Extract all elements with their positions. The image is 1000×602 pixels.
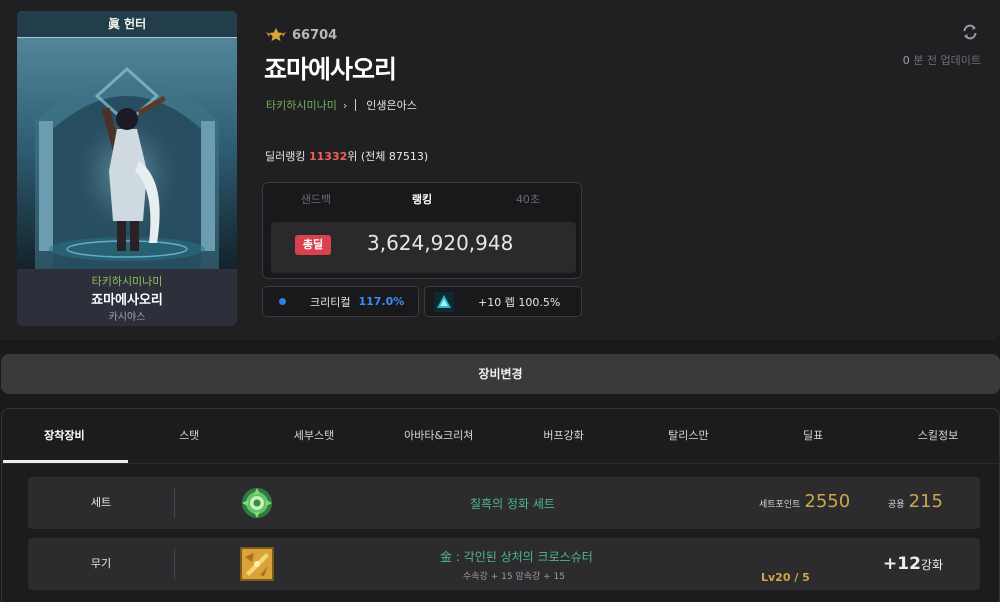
- chevron-right-icon: ›: [342, 98, 348, 112]
- weapon-level: Lv20 / 5: [761, 571, 810, 584]
- skill-enhance-text: +10 렙 100.5%: [478, 295, 561, 309]
- damage-tabs: 샌드백 랭킹 40초: [263, 183, 581, 219]
- crossbow-item-icon: [240, 547, 274, 581]
- skill-gem-icon: [434, 291, 454, 312]
- portrait-server: 카시야스: [108, 312, 146, 323]
- weapon-enhance: +12 강화: [883, 554, 943, 574]
- update-minutes: 0: [902, 54, 910, 67]
- set-name: 칠흑의 정화 세트: [470, 497, 555, 511]
- set-row[interactable]: 세트 칠흑의 정화 세트 세트포인트 2550 공용 215: [28, 477, 980, 529]
- character-portrait-card: 眞 헌터 타키하시미나미 죠마에사오리 카시야스: [17, 11, 237, 326]
- weapon-row[interactable]: 무기 金 : 각인된 상처의 크로스슈터 수속강 + 15 암속강 + 15 L…: [28, 538, 980, 590]
- tab-40sec[interactable]: 40초: [475, 183, 581, 219]
- total-damage-value: 3,624,920,948: [367, 231, 514, 255]
- tab-avatar-creature[interactable]: 아바타&크리쳐: [376, 409, 501, 463]
- weapon-enhance-value: +12: [883, 554, 921, 574]
- tab-skill-info[interactable]: 스킬정보: [876, 409, 1000, 463]
- last-update: 0 분 전 업데이트: [903, 52, 981, 68]
- guild-link[interactable]: 타키하시미나미: [266, 97, 337, 113]
- dealer-ranking: 딜러랭킹 11332위 (전체 87513): [265, 148, 428, 164]
- common-value: 215: [908, 491, 943, 512]
- row-divider: [174, 488, 175, 518]
- weapon-category: 무기: [90, 557, 112, 570]
- common-point: 공용 215: [888, 491, 943, 512]
- guild-divider: [355, 99, 357, 111]
- set-category: 세트: [90, 496, 112, 509]
- portrait-job-title: 眞 헌터: [107, 17, 147, 31]
- tab-ranking[interactable]: 랭킹: [369, 183, 475, 219]
- damage-value-panel: 총딜 3,624,920,948: [271, 222, 576, 273]
- set-point: 세트포인트 2550: [759, 491, 850, 512]
- tab-detailed-stats[interactable]: 세부스탯: [252, 409, 377, 463]
- refresh-icon[interactable]: [961, 23, 979, 41]
- guild-row: 타키하시미나미 › 인생은아스: [266, 97, 417, 113]
- equipment-change-button[interactable]: 장비변경: [1, 354, 1000, 394]
- tab-stats[interactable]: 스탯: [127, 409, 252, 463]
- character-name: 죠마에사오리: [264, 55, 397, 84]
- fame-value: 66704: [292, 27, 338, 43]
- character-summary-panel: 眞 헌터 타키하시미나미 죠마에사오리 카시야스 66704 죠마에사오리 타키…: [0, 0, 1000, 340]
- crit-dot-icon: [279, 298, 286, 305]
- common-label: 공용: [888, 500, 905, 510]
- skill-enhance-card: +10 렙 100.5%: [424, 286, 582, 317]
- character-portrait-image: [17, 11, 237, 269]
- critical-stat-card: 크리티컬 117.0%: [262, 286, 419, 317]
- damage-box: 샌드백 랭킹 40초 총딜 3,624,920,948: [262, 182, 582, 279]
- portrait-title-divider: [17, 37, 237, 38]
- tab-damage-table[interactable]: 딜표: [751, 409, 876, 463]
- set-point-value: 2550: [804, 491, 851, 512]
- tab-sandbag[interactable]: 샌드백: [263, 183, 369, 219]
- portrait-name: 죠마에사오리: [91, 293, 163, 308]
- update-label: 분 전 업데이트: [913, 54, 981, 67]
- dealer-rank-suffix: 위 (전체 87513): [347, 150, 429, 163]
- dealer-rank-value: 11332: [308, 150, 348, 163]
- weapon-enhance-label: 강화: [920, 558, 943, 572]
- tabbar-divider: [2, 463, 1000, 464]
- row-divider: [174, 549, 175, 579]
- adventure-fame: 66704: [266, 27, 337, 43]
- rank-medal-icon: [266, 28, 286, 41]
- crit-label: 크리티컬: [310, 295, 351, 309]
- set-point-label: 세트포인트: [759, 500, 801, 510]
- tab-buff-enhance[interactable]: 버프강화: [501, 409, 626, 463]
- weapon-name: 金 : 각인된 상처의 크로스슈터: [440, 550, 593, 564]
- crit-value: 117.0%: [358, 295, 405, 308]
- tab-talisman[interactable]: 탈리스만: [626, 409, 751, 463]
- equipment-tabbar: 장착장비 스탯 세부스탯 아바타&크리쳐 버프강화 탈리스만 딜표 스킬정보: [2, 409, 1000, 463]
- portrait-footer: 타키하시미나미 죠마에사오리 카시야스: [17, 269, 237, 326]
- total-damage-badge: 총딜: [295, 235, 331, 255]
- dealer-rank-prefix: 딜러랭킹: [265, 150, 306, 163]
- portrait-guild: 타키하시미나미: [91, 275, 163, 288]
- tab-equipped[interactable]: 장착장비: [2, 409, 127, 463]
- equipment-panel: 장착장비 스탯 세부스탯 아바타&크리쳐 버프강화 탈리스만 딜표 스킬정보 세…: [1, 408, 1000, 602]
- weapon-elements: 수속강 + 15 암속강 + 15: [463, 572, 565, 582]
- adventure-name: 인생은아스: [366, 99, 417, 112]
- rose-emblem-icon: [242, 488, 272, 518]
